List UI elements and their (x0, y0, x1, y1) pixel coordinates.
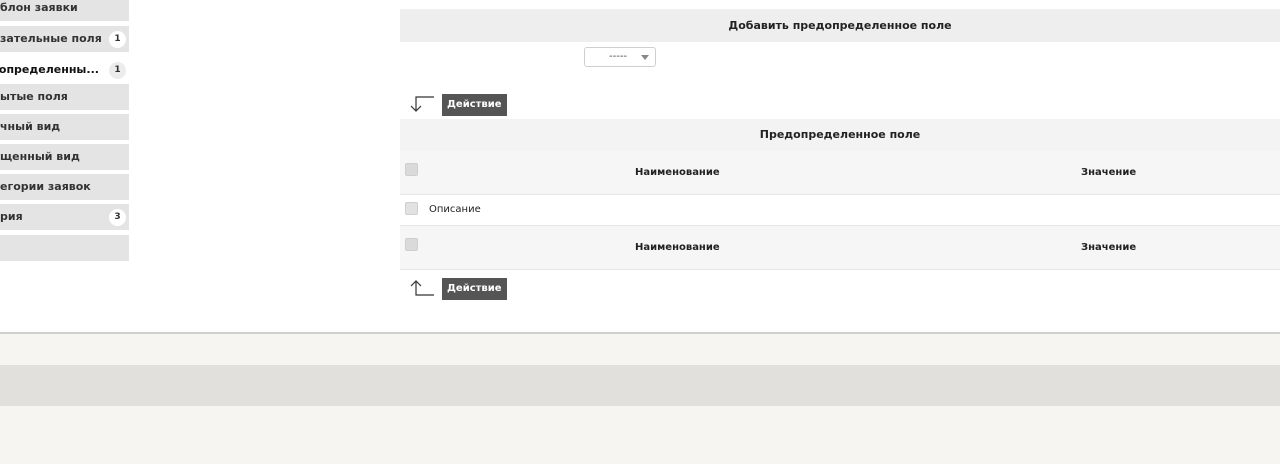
predefined-field-select[interactable]: ----- (584, 47, 656, 67)
action-button-top[interactable]: Действие (442, 94, 507, 116)
count-badge: 3 (109, 209, 126, 226)
row-checkbox[interactable] (405, 202, 418, 215)
column-footer-name[interactable]: Наименование (635, 242, 720, 253)
footer-bottom (0, 406, 1280, 464)
table-row: Описание (400, 195, 1280, 226)
sidebar-item-label: блон заявки (0, 1, 78, 14)
sidebar-item-label: допределенны... (0, 63, 99, 76)
add-predefined-field-header: Добавить предопределенное поле (400, 9, 1280, 42)
column-header-value[interactable]: Значение (1081, 167, 1136, 178)
sidebar-item-required-fields[interactable]: зательные поля 1 (0, 26, 129, 52)
action-button-bottom[interactable]: Действие (442, 278, 507, 300)
select-all-checkbox-bottom[interactable] (405, 238, 418, 251)
sidebar-item-label: зательные поля (0, 32, 102, 45)
sidebar-item-table-view[interactable]: чный вид (0, 114, 129, 140)
sidebar-item-empty[interactable] (0, 235, 129, 261)
table-footer: Наименование Значение (400, 226, 1280, 270)
sidebar-item-label: ытые поля (0, 90, 68, 103)
sidebar-item-request-template[interactable]: блон заявки (0, 0, 129, 21)
sidebar-item-request-categories[interactable]: егории заявок (0, 174, 129, 200)
sidebar-item-hidden-fields[interactable]: ытые поля (0, 84, 129, 110)
select-value: ----- (609, 51, 628, 62)
sidebar-item-history[interactable]: рия 3 (0, 204, 129, 230)
row-name: Описание (429, 204, 481, 215)
column-header-name[interactable]: Наименование (635, 167, 720, 178)
arrow-up-left-icon (410, 280, 434, 296)
table-title: Предопределенное поле (400, 119, 1280, 151)
sidebar-item-label: щенный вид (0, 150, 80, 163)
count-badge: 1 (109, 31, 126, 48)
footer-area (0, 334, 1280, 365)
chevron-down-icon (641, 55, 649, 60)
table-header: Наименование Значение (400, 151, 1280, 195)
arrow-down-left-icon (410, 96, 434, 112)
sidebar-item-predefined-fields[interactable]: допределенны... 1 (0, 57, 129, 83)
sidebar-item-label: егории заявок (0, 180, 91, 193)
count-badge: 1 (109, 62, 126, 79)
sidebar-item-simplified-view[interactable]: щенный вид (0, 144, 129, 170)
footer-bar (0, 365, 1280, 406)
sidebar-item-label: рия (0, 210, 23, 223)
column-footer-value[interactable]: Значение (1081, 242, 1136, 253)
select-all-checkbox[interactable] (405, 163, 418, 176)
sidebar-item-label: чный вид (0, 120, 61, 133)
